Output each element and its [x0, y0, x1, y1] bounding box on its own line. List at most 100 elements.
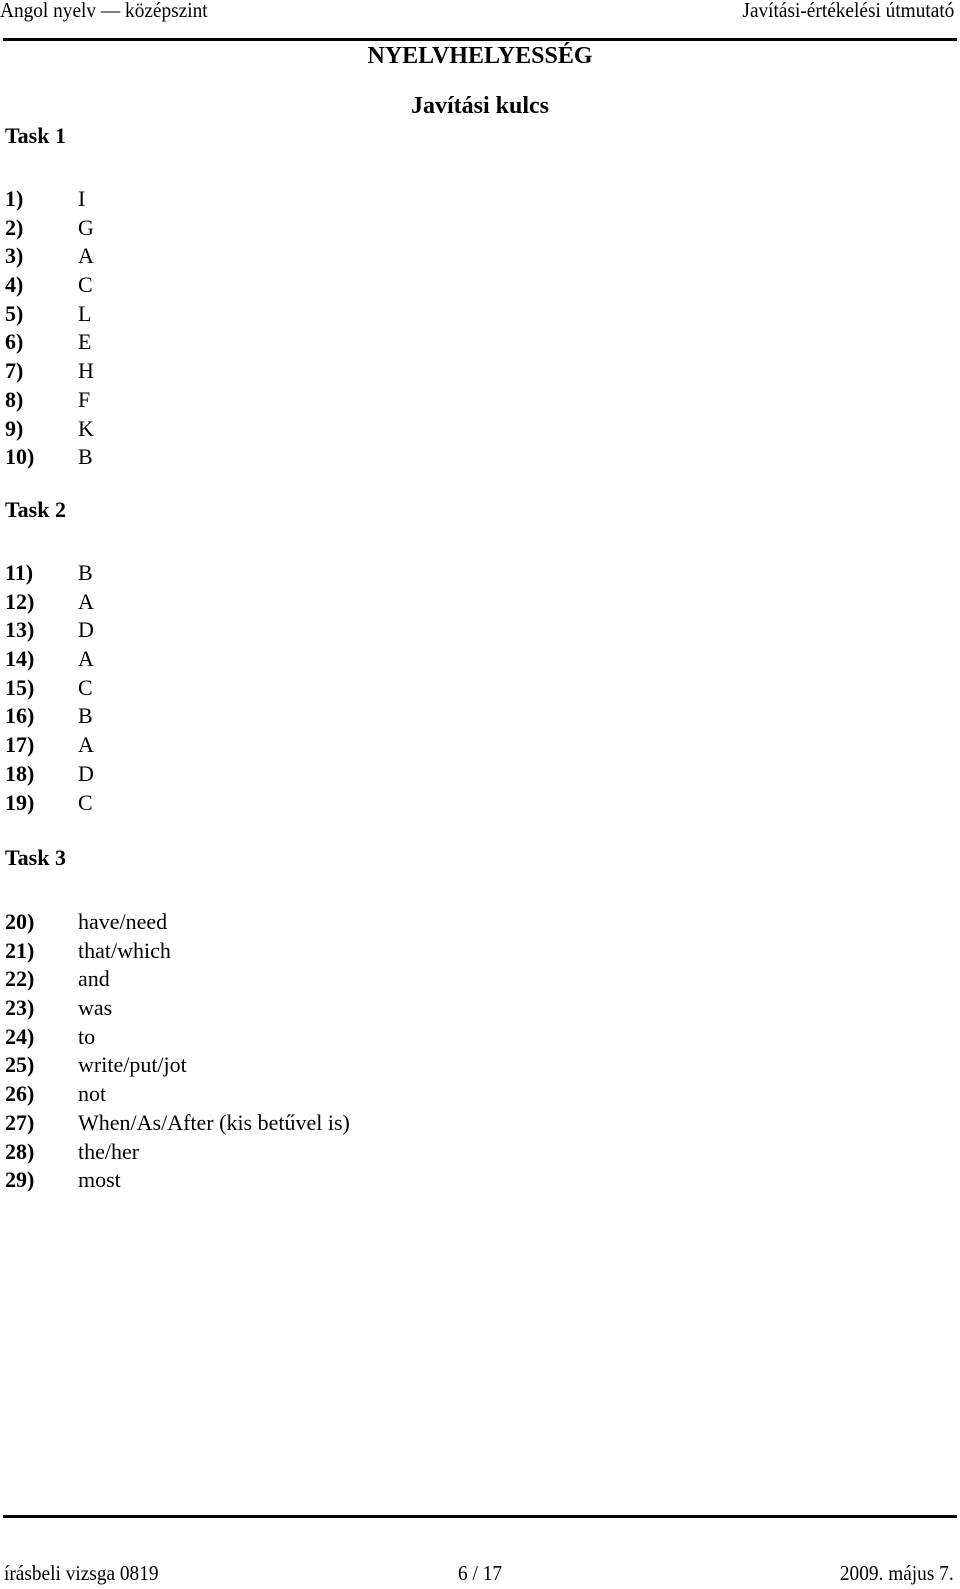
answer-number: 2) — [5, 214, 24, 240]
answer-number: 16) — [5, 703, 35, 729]
answer-number: 19) — [5, 789, 35, 815]
answer-item: 17) A — [5, 731, 94, 760]
task-1-answer-list: 1) I 2) G 3) A 4) C 5) L 6) E 7) H 8) F 9) K 10) B — [5, 185, 94, 472]
answer-value: B — [78, 560, 93, 585]
answer-value: C — [78, 272, 93, 298]
task-2-answer-list: 11) B 12) A 13) D 14) A 15) C 16) B 17) A 18) D 19) C — [5, 559, 94, 817]
answer-number: 4) — [5, 272, 24, 298]
answer-value: G — [78, 214, 94, 240]
answer-value: was — [78, 995, 113, 1021]
answer-item: 24) to — [5, 1023, 350, 1052]
answer-item: 14) A — [5, 645, 94, 674]
answer-item: 6) E — [5, 328, 94, 357]
task-2-heading: Task 2 — [5, 497, 66, 522]
answer-value: C — [78, 789, 93, 815]
answer-item: 23) was — [5, 994, 350, 1023]
answer-number: 6) — [5, 329, 24, 355]
answer-item: 10) B — [5, 443, 94, 472]
answer-number: 15) — [5, 674, 35, 700]
answer-number: 23) — [5, 995, 35, 1021]
footer-divider — [3, 1515, 957, 1518]
header-divider — [3, 38, 957, 41]
answer-item: 16) B — [5, 702, 94, 731]
answer-number: 11) — [5, 560, 34, 585]
footer-exam-code: írásbeli vizsga 0819 — [4, 1561, 159, 1585]
answer-item: 28) the/her — [5, 1138, 350, 1167]
answer-value: D — [78, 760, 94, 786]
answer-item: 13) D — [5, 616, 94, 645]
answer-number: 28) — [5, 1138, 35, 1164]
answer-value: A — [78, 646, 94, 672]
answer-number: 25) — [5, 1052, 35, 1078]
answer-number: 20) — [5, 909, 35, 934]
answer-value: H — [78, 358, 94, 384]
answer-value: A — [78, 588, 94, 614]
answer-number: 24) — [5, 1023, 35, 1049]
answer-value: F — [78, 386, 91, 412]
answer-number: 12) — [5, 588, 35, 614]
answer-value: B — [78, 703, 93, 729]
answer-number: 14) — [5, 646, 35, 672]
answer-item: 22) and — [5, 965, 350, 994]
answer-value: B — [78, 444, 93, 470]
answer-value: that/which — [78, 937, 171, 963]
answer-item: 8) F — [5, 386, 94, 415]
answer-value: the/her — [78, 1138, 140, 1164]
answer-value: write/put/jot — [78, 1052, 187, 1078]
answer-value: most — [78, 1167, 121, 1193]
answer-number: 13) — [5, 617, 35, 643]
answer-number: 8) — [5, 386, 24, 412]
answer-item: 19) C — [5, 789, 94, 818]
answer-value: When/As/After (kis betűvel is) — [78, 1109, 350, 1135]
answer-value: have/need — [78, 909, 168, 934]
answer-item: 29) most — [5, 1166, 350, 1195]
footer-date: 2009. május 7. — [840, 1561, 954, 1585]
answer-number: 3) — [5, 243, 24, 269]
answer-number: 5) — [5, 300, 24, 326]
answer-value: C — [78, 674, 93, 700]
answer-item: 11) B — [5, 559, 94, 588]
answer-number: 10) — [5, 444, 35, 470]
answer-item: 21) that/which — [5, 937, 350, 966]
answer-value: A — [78, 243, 94, 269]
answer-value: A — [78, 732, 94, 758]
answer-value: to — [78, 1023, 96, 1049]
header-doc-type: Javítási-értékelési útmutató — [742, 0, 954, 22]
answer-value: K — [78, 415, 94, 441]
answer-number: 18) — [5, 760, 35, 786]
answer-value: I — [78, 186, 86, 211]
task-3-answer-list: 20) have/need 21) that/which 22) and 23) was 24)… — [5, 908, 350, 1195]
answer-item: 18) D — [5, 760, 94, 789]
answer-number: 7) — [5, 358, 24, 384]
answer-number: 26) — [5, 1081, 35, 1107]
answer-item: 26) not — [5, 1080, 350, 1109]
footer-page-number: 6 / 17 — [458, 1561, 503, 1585]
answer-item: 12) A — [5, 588, 94, 617]
section-title: NYELVHELYESSÉG — [367, 43, 593, 69]
answer-value: and — [78, 966, 110, 992]
answer-item: 20) have/need — [5, 908, 350, 937]
answer-item: 4) C — [5, 271, 94, 300]
answer-item: 27) When/As/After (kis betűvel is) — [5, 1109, 350, 1138]
answer-item: 7) H — [5, 357, 94, 386]
header-subject: Angol nyelv — középszint — [0, 0, 208, 22]
answer-item: 3) A — [5, 242, 94, 271]
answer-item: 5) L — [5, 300, 94, 329]
answer-item: 25) write/put/jot — [5, 1051, 350, 1080]
answer-number: 1) — [5, 186, 24, 211]
answer-number: 9) — [5, 415, 24, 441]
answer-value: not — [78, 1081, 107, 1107]
answer-item: 15) C — [5, 674, 94, 703]
answer-item: 9) K — [5, 415, 94, 444]
section-subtitle: Javítási kulcs — [410, 93, 550, 119]
answer-number: 22) — [5, 966, 35, 992]
answer-number: 29) — [5, 1167, 35, 1193]
answer-value: D — [78, 617, 94, 643]
answer-number: 21) — [5, 937, 35, 963]
answer-item: 2) G — [5, 214, 94, 243]
task-1-heading: Task 1 — [5, 123, 66, 148]
task-3-heading: Task 3 — [5, 845, 66, 870]
answer-number: 17) — [5, 732, 35, 758]
answer-value: E — [78, 329, 92, 355]
answer-value: L — [78, 300, 92, 326]
